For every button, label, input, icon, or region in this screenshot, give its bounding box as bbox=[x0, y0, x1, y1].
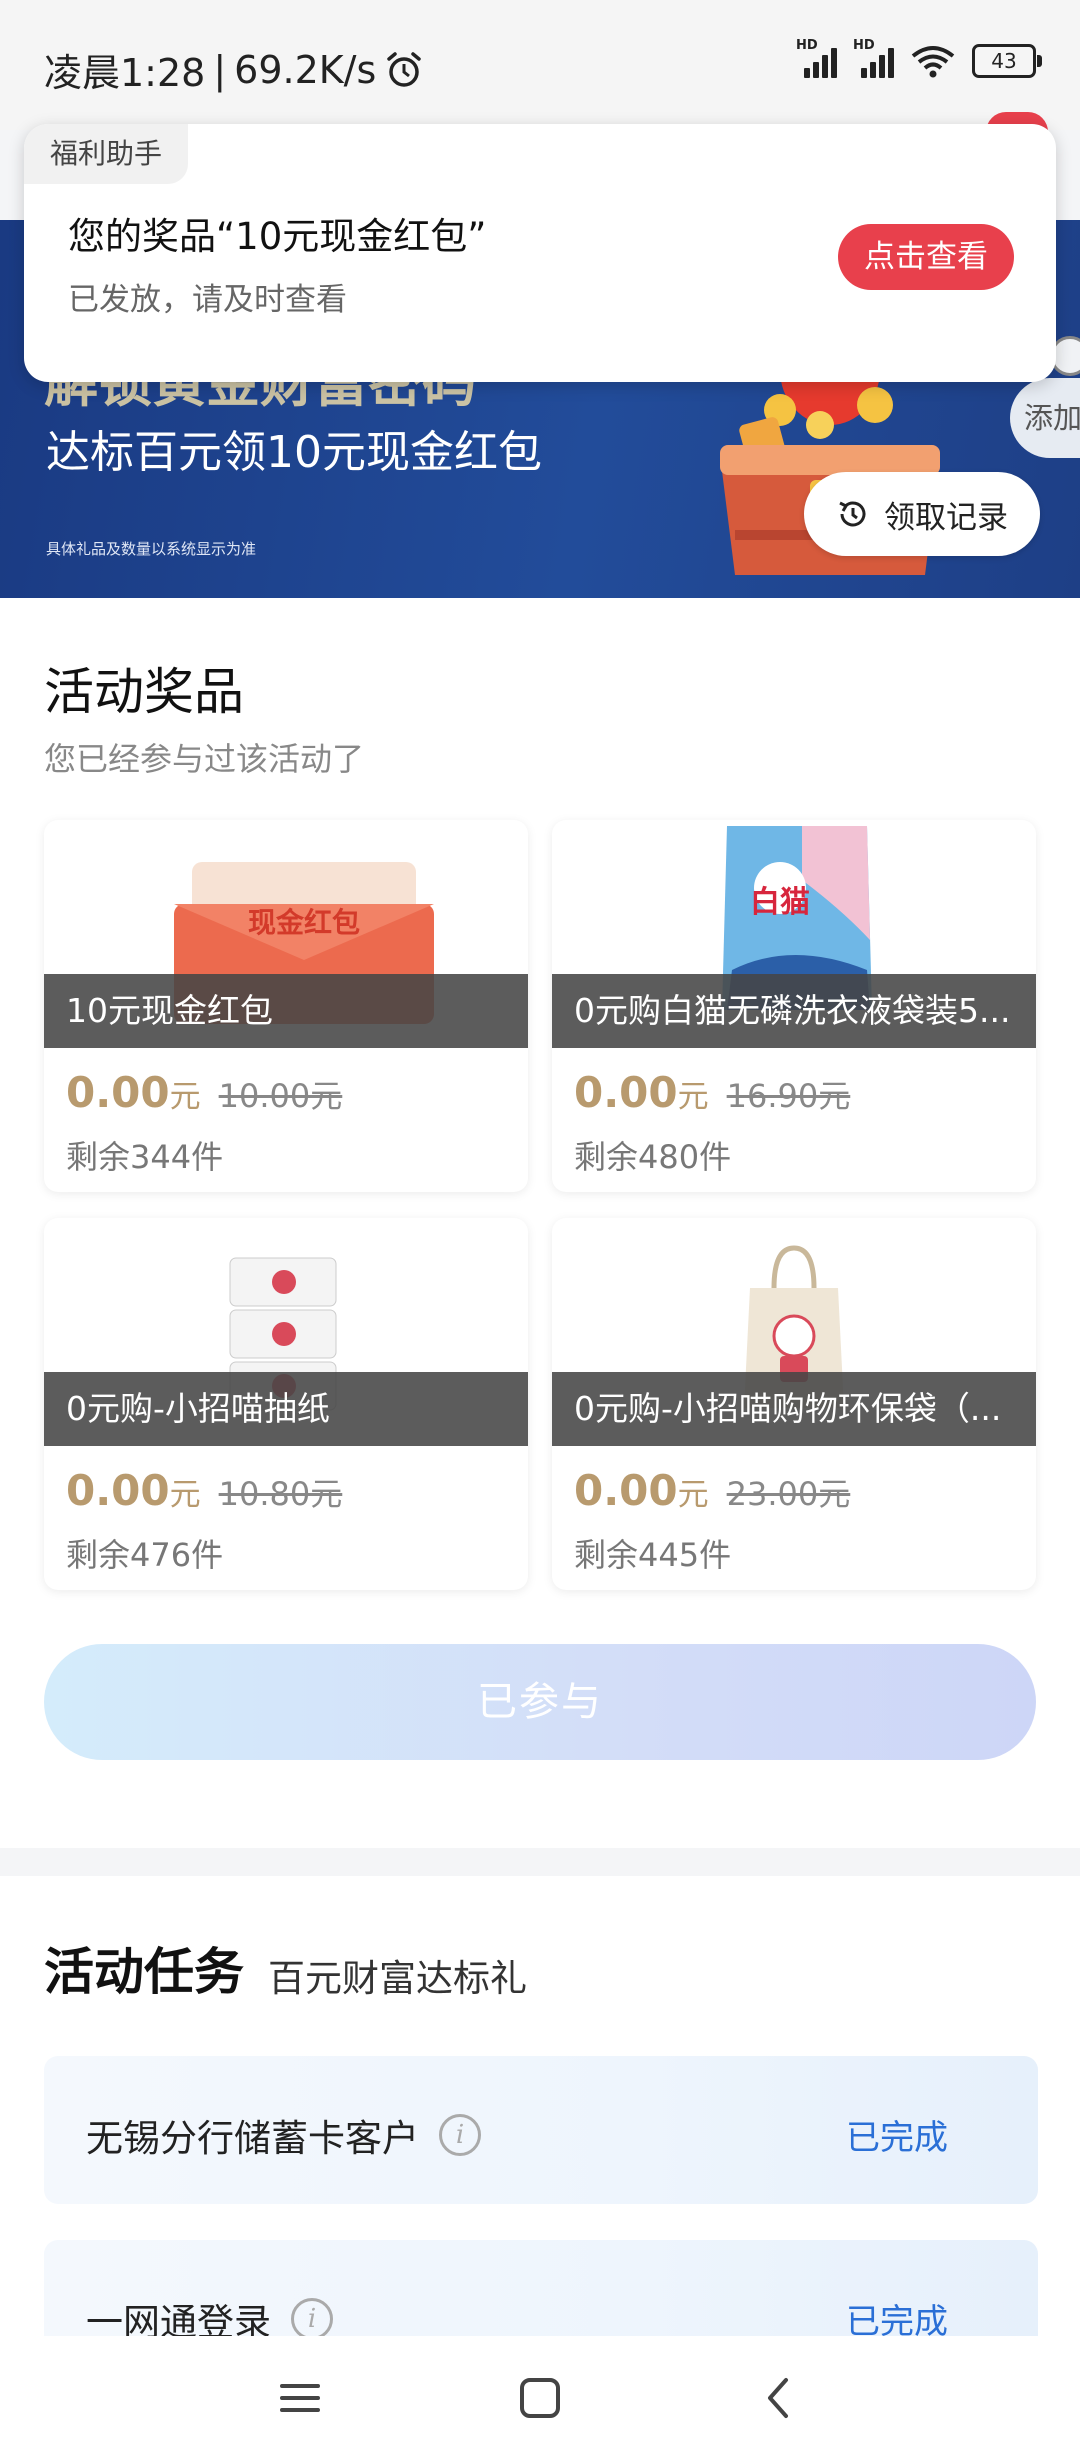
brand-text: 白猫 bbox=[750, 885, 810, 920]
status-bar: 凌晨1:28 | 69.2K/s HD HD 43 bbox=[0, 0, 1080, 130]
remaining-count: 剩余476件 bbox=[66, 1536, 224, 1574]
prizes-title: 活动奖品 bbox=[44, 663, 244, 721]
task-status: 已完成 bbox=[846, 2118, 948, 2158]
prizes-subtitle: 您已经参与过该活动了 bbox=[44, 740, 365, 778]
task-row[interactable]: 无锡分行储蓄卡客户 i 已完成 bbox=[44, 2056, 1038, 2204]
prize-name: 0元购-小招喵抽纸 bbox=[44, 1372, 528, 1446]
clock-time: 凌晨1:28 bbox=[44, 51, 206, 95]
prize-card[interactable]: 白猫 0元购白猫无磷洗衣液袋装5... 0.00元 16.90元 剩余480件 bbox=[552, 820, 1036, 1192]
prize-card[interactable]: 0元购-小招喵购物环保袋（... 0.00元 23.00元 剩余445件 bbox=[552, 1218, 1036, 1590]
prize-price: 0.00元 bbox=[574, 1068, 709, 1117]
remaining-count: 剩余445件 bbox=[574, 1536, 732, 1574]
menu-icon[interactable] bbox=[270, 2368, 330, 2428]
alarm-icon bbox=[387, 51, 422, 87]
sim1-label: HD bbox=[796, 38, 818, 53]
back-icon[interactable] bbox=[750, 2368, 810, 2428]
claim-records-label: 领取记录 bbox=[884, 499, 1008, 536]
network-speed: 69.2K/s bbox=[234, 47, 377, 92]
prize-name: 0元购-小招喵购物环保袋（... bbox=[552, 1372, 1036, 1446]
view-button[interactable]: 点击查看 bbox=[838, 224, 1014, 290]
notification-card[interactable]: 福利助手 您的奖品“10元现金红包” 已发放，请及时查看 点击查看 bbox=[24, 124, 1056, 382]
system-nav-bar bbox=[0, 2336, 1080, 2460]
notification-title: 您的奖品“10元现金红包” bbox=[68, 215, 487, 258]
remaining-count: 剩余344件 bbox=[66, 1138, 224, 1176]
sim2-label: HD bbox=[853, 38, 875, 53]
prizes-section: 活动奖品 您已经参与过该活动了 现金红包 10元现金红包 0.00元 10.00… bbox=[0, 598, 1080, 1848]
tasks-section: 活动任务 百元财富达标礼 无锡分行储蓄卡客户 i 已完成 一网通登录 i 已完成 bbox=[0, 1876, 1080, 2388]
status-left: 凌晨1:28 | 69.2K/s bbox=[44, 42, 424, 97]
signal-icon: HD bbox=[853, 38, 894, 78]
price-row: 0.00元 16.90元 bbox=[574, 1068, 850, 1117]
price-row: 0.00元 10.80元 bbox=[66, 1466, 342, 1515]
price-row: 0.00元 10.00元 bbox=[66, 1068, 342, 1117]
home-icon[interactable] bbox=[510, 2368, 570, 2428]
notification-source: 福利助手 bbox=[24, 124, 189, 184]
tasks-title: 活动任务 bbox=[44, 1943, 244, 2001]
prize-card[interactable]: 现金红包 10元现金红包 0.00元 10.00元 剩余344件 bbox=[44, 820, 528, 1192]
notification-description: 已发放，请及时查看 bbox=[68, 282, 347, 318]
original-price: 10.80元 bbox=[218, 1475, 343, 1513]
task-name: 无锡分行储蓄卡客户 i bbox=[86, 2108, 481, 2162]
joined-button[interactable]: 已参与 bbox=[44, 1644, 1036, 1760]
price-row: 0.00元 23.00元 bbox=[574, 1466, 850, 1515]
prize-name: 0元购白猫无磷洗衣液袋装5... bbox=[552, 974, 1036, 1048]
info-icon[interactable]: i bbox=[439, 2114, 481, 2156]
prize-price: 0.00元 bbox=[66, 1466, 201, 1515]
status-separator: | bbox=[213, 47, 227, 92]
original-price: 10.00元 bbox=[218, 1077, 343, 1115]
claim-records-button[interactable]: 领取记录 bbox=[804, 472, 1040, 556]
original-price: 23.00元 bbox=[726, 1475, 851, 1513]
prize-card[interactable]: 0元购-小招喵抽纸 0.00元 10.80元 剩余476件 bbox=[44, 1218, 528, 1590]
banner-note: 具体礼品及数量以系统显示为准 bbox=[46, 540, 257, 558]
envelope-text: 现金红包 bbox=[248, 906, 360, 939]
tasks-subtitle: 百元财富达标礼 bbox=[268, 1957, 527, 2000]
battery-icon: 43 bbox=[972, 44, 1042, 78]
wifi-icon bbox=[911, 46, 955, 78]
add-button[interactable]: 添加 bbox=[1010, 378, 1080, 458]
prize-price: 0.00元 bbox=[574, 1466, 709, 1515]
original-price: 16.90元 bbox=[726, 1077, 851, 1115]
prize-price: 0.00元 bbox=[66, 1068, 201, 1117]
status-right: HD HD 43 bbox=[796, 38, 1042, 78]
banner-subheading: 达标百元领10元现金红包 bbox=[46, 427, 542, 478]
history-icon bbox=[839, 501, 866, 527]
task-label: 无锡分行储蓄卡客户 bbox=[86, 2117, 419, 2160]
prize-name: 10元现金红包 bbox=[44, 974, 528, 1048]
signal-icon: HD bbox=[796, 38, 837, 78]
info-icon[interactable]: i bbox=[291, 2298, 333, 2340]
remaining-count: 剩余480件 bbox=[574, 1138, 732, 1176]
